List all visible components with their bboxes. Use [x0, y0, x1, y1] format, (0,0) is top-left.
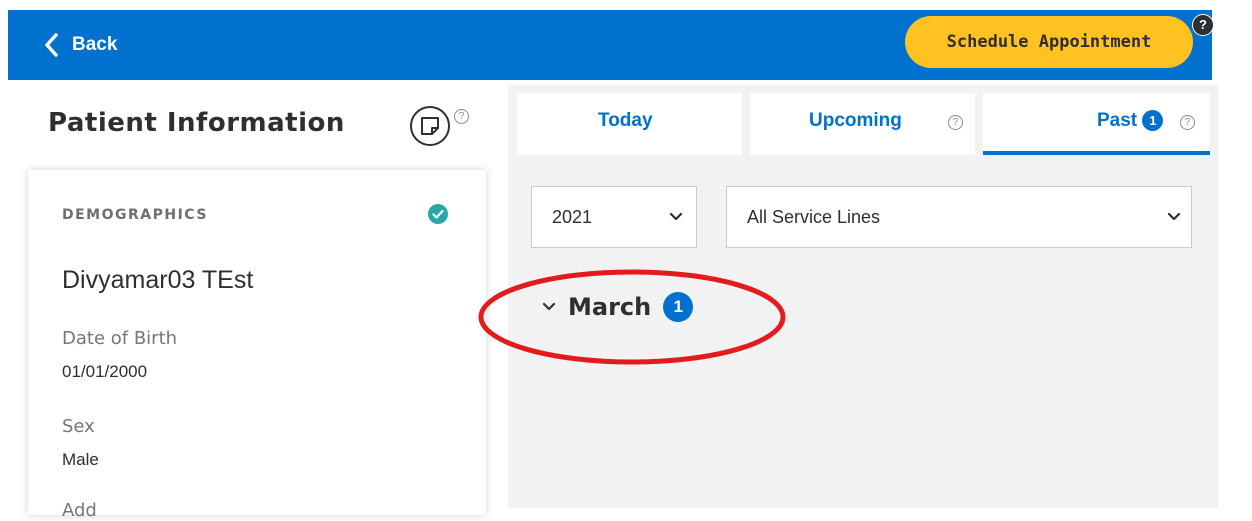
- tab-past-label: Past 1: [1097, 110, 1164, 132]
- year-select[interactable]: 2021: [531, 186, 697, 248]
- year-select-value: 2021: [552, 207, 593, 227]
- upcoming-help-icon[interactable]: ?: [948, 115, 963, 130]
- tab-past-badge: 1: [1142, 110, 1164, 132]
- service-lines-select-value: All Service Lines: [747, 207, 881, 227]
- chevron-down-icon: [1167, 212, 1181, 221]
- chevron-down-icon: [542, 302, 556, 311]
- month-count-badge: 1: [663, 292, 694, 322]
- patient-info-help-icon[interactable]: ?: [454, 109, 469, 124]
- month-label: March: [568, 293, 652, 321]
- header-bar: Back Schedule Appointment: [8, 10, 1212, 80]
- tab-past-text: Past: [1097, 110, 1138, 131]
- month-group-toggle[interactable]: March 1: [542, 290, 694, 324]
- tab-upcoming[interactable]: Upcoming ?: [750, 93, 975, 155]
- tab-upcoming-label: Upcoming: [809, 110, 902, 131]
- sticky-note-icon[interactable]: [410, 106, 450, 146]
- chevron-down-icon: [669, 212, 683, 221]
- check-circle-icon: [428, 204, 448, 224]
- demographics-card: DEMOGRAPHICS Divyamar03 TEst Date of Bir…: [28, 170, 486, 521]
- back-button[interactable]: Back: [44, 30, 117, 60]
- sex-label: Sex: [62, 416, 95, 437]
- chevron-left-icon: [45, 33, 58, 57]
- address-label: Add: [62, 500, 97, 521]
- patient-name: Divyamar03 TEst: [62, 266, 254, 294]
- demographics-label: DEMOGRAPHICS: [62, 207, 208, 223]
- sex-value: Male: [62, 450, 99, 469]
- past-help-icon[interactable]: ?: [1180, 115, 1195, 130]
- tab-today-label: Today: [598, 110, 653, 131]
- service-lines-select[interactable]: All Service Lines: [726, 186, 1192, 248]
- dob-value: 01/01/2000: [62, 362, 148, 381]
- schedule-help-icon[interactable]: ?: [1192, 14, 1214, 36]
- schedule-appointment-button[interactable]: Schedule Appointment: [905, 16, 1193, 68]
- dob-label: Date of Birth: [62, 328, 178, 349]
- page-title: Patient Information: [48, 108, 345, 138]
- back-label: Back: [72, 34, 118, 55]
- tab-today[interactable]: Today: [517, 93, 742, 155]
- tab-past[interactable]: Past 1 ?: [983, 93, 1210, 155]
- active-tab-indicator: [983, 151, 1210, 155]
